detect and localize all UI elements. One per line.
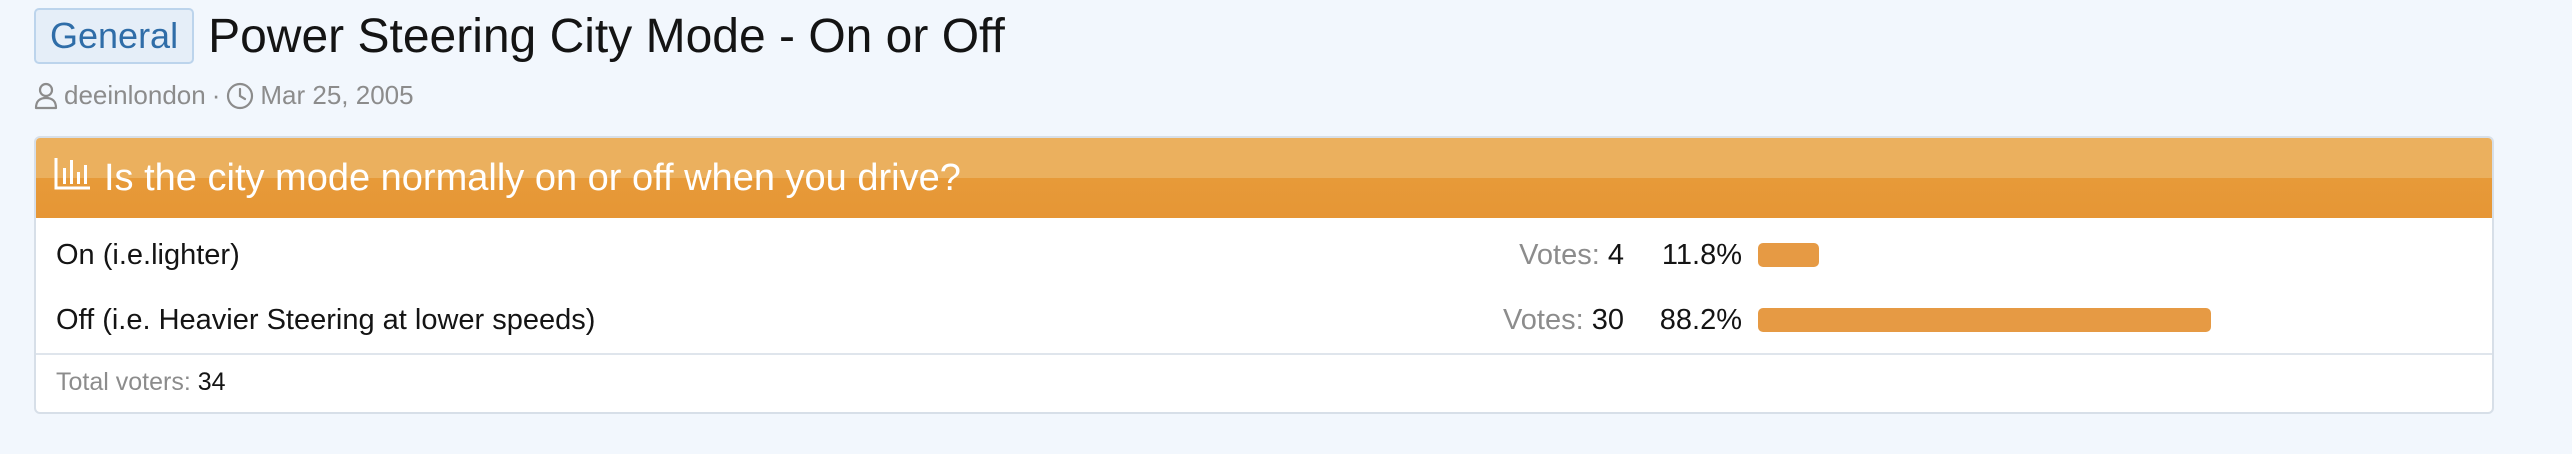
thread-meta: deeinlondon · Mar 25, 2005 bbox=[34, 80, 414, 111]
poll-option-row: On (i.e.lighter) Votes: 4 11.8% bbox=[36, 230, 2492, 280]
total-voters-count: 34 bbox=[197, 368, 226, 396]
page-title: Power Steering City Mode - On or Off bbox=[208, 9, 1005, 63]
post-date-link[interactable]: Mar 25, 2005 bbox=[260, 80, 413, 111]
user-icon bbox=[34, 82, 58, 110]
poll-question: Is the city mode normally on or off when… bbox=[104, 156, 961, 199]
author-link[interactable]: deeinlondon bbox=[64, 80, 206, 111]
thread-prefix-label[interactable]: General bbox=[34, 8, 195, 64]
poll-option-percent: 88.2% bbox=[1659, 303, 1742, 336]
votes-count: 4 bbox=[1607, 238, 1624, 271]
poll-divider bbox=[36, 353, 2492, 355]
poll-header: Is the city mode normally on or off when… bbox=[36, 138, 2492, 218]
clock-icon bbox=[226, 82, 254, 110]
thread-title-row: General Power Steering City Mode - On or… bbox=[34, 8, 1005, 64]
votes-count: 30 bbox=[1591, 303, 1624, 336]
poll-option-percent: 11.8% bbox=[1661, 238, 1742, 271]
poll-option-votes[interactable]: Votes: 30 bbox=[1503, 304, 1624, 337]
votes-label: Votes: bbox=[1519, 238, 1600, 271]
bar-chart-icon bbox=[54, 156, 104, 200]
meta-separator: · bbox=[211, 80, 221, 110]
poll-option-bar bbox=[1758, 243, 1819, 267]
poll-option-bar bbox=[1758, 308, 2211, 332]
poll-block: Is the city mode normally on or off when… bbox=[34, 136, 2494, 414]
total-voters-label: Total voters: bbox=[56, 368, 191, 396]
poll-option-bar-track bbox=[1758, 243, 2472, 267]
poll-option-votes[interactable]: Votes: 4 bbox=[1519, 239, 1624, 272]
poll-option-label: Off (i.e. Heavier Steering at lower spee… bbox=[56, 303, 596, 336]
poll-option-row: Off (i.e. Heavier Steering at lower spee… bbox=[36, 295, 2492, 345]
poll-option-bar-track bbox=[1758, 308, 2472, 332]
poll-option-label: On (i.e.lighter) bbox=[56, 238, 240, 271]
votes-label: Votes: bbox=[1503, 303, 1584, 336]
poll-footer: Total voters: 34 bbox=[56, 368, 226, 397]
